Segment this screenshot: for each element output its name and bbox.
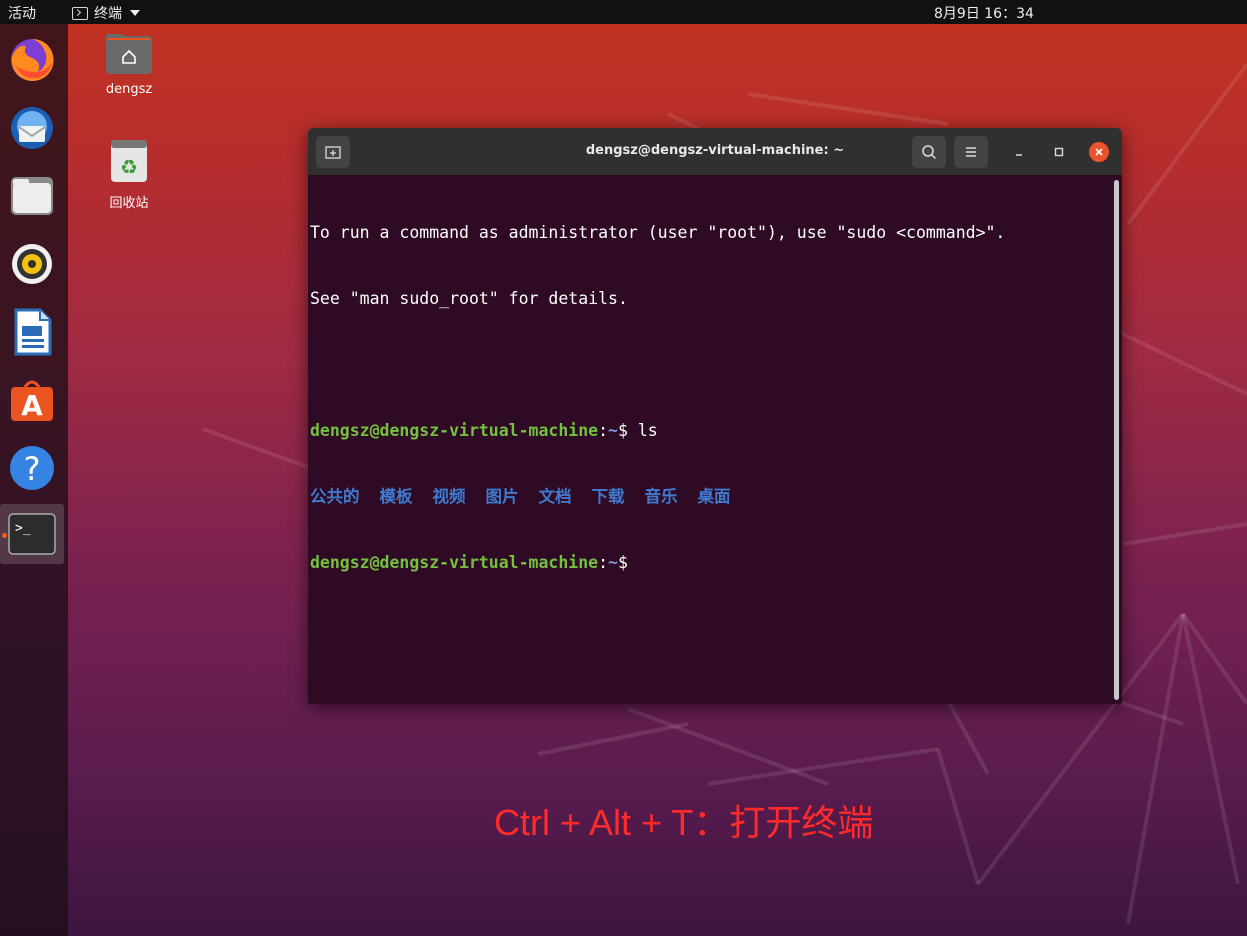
- dock-item-thunderbird[interactable]: [0, 98, 64, 158]
- trash-icon: ♻: [89, 138, 169, 188]
- prompt-line: dengsz@dengsz-virtual-machine:~$ ls: [310, 420, 1110, 442]
- prompt-dollar: $: [617, 553, 638, 572]
- app-menu[interactable]: 终端: [72, 3, 140, 23]
- terminal-window[interactable]: dengsz@dengsz-virtual-machine: ~ To run …: [308, 128, 1122, 704]
- app-menu-label: 终端: [94, 6, 122, 22]
- prompt-dollar: $: [617, 421, 638, 440]
- title-bar[interactable]: dengsz@dengsz-virtual-machine: ~: [308, 128, 1122, 175]
- home-folder-label: dengsz: [105, 82, 153, 97]
- svg-text:A: A: [21, 389, 43, 422]
- maximize-icon: [1054, 147, 1064, 157]
- software-icon: A: [11, 380, 53, 422]
- desktop-trash[interactable]: ♻ 回收站: [89, 138, 169, 211]
- prompt-line: dengsz@dengsz-virtual-machine:~$: [310, 552, 1110, 574]
- output-line: See "man sudo_root" for details.: [310, 289, 628, 308]
- trash-label: 回收站: [109, 196, 149, 211]
- chevron-down-icon: [130, 10, 140, 16]
- prompt-user: dengsz@dengsz-virtual-machine: [310, 553, 599, 572]
- dir-entry: 音乐: [644, 487, 678, 506]
- activities-button[interactable]: 活动: [8, 3, 36, 23]
- shortcut-caption: Ctrl + Alt + T：打开终端: [494, 802, 874, 843]
- firefox-icon: [11, 38, 54, 81]
- maximize-button[interactable]: [1049, 142, 1069, 162]
- search-icon: [922, 145, 937, 160]
- minimize-button[interactable]: [1009, 142, 1029, 162]
- command-text: ls: [637, 421, 658, 440]
- close-button[interactable]: [1089, 142, 1109, 162]
- desktop-home-folder[interactable]: dengsz: [89, 34, 169, 97]
- thunderbird-icon: [11, 107, 53, 149]
- dir-entry: 模板: [379, 487, 413, 506]
- running-indicator: [2, 533, 7, 538]
- dock-item-terminal[interactable]: >_: [0, 504, 64, 564]
- prompt-separator: :: [598, 553, 609, 572]
- terminal-icon: [72, 6, 88, 20]
- dock-item-files[interactable]: [0, 166, 64, 226]
- ls-output: 公共的 模板 视频 图片 文档 下载 音乐 桌面: [310, 486, 1110, 508]
- svg-text:?: ?: [24, 450, 41, 488]
- dir-entry: 下载: [591, 487, 625, 506]
- prompt-path: ~: [608, 553, 618, 572]
- help-icon: ?: [10, 446, 54, 490]
- prompt-separator: :: [598, 421, 609, 440]
- svg-text:>_: >_: [15, 521, 31, 536]
- dock-item-firefox[interactable]: [0, 30, 64, 90]
- top-bar: 活动 终端 8月9日 16：34: [0, 0, 1247, 24]
- dock-item-rhythmbox[interactable]: [0, 234, 64, 294]
- dock-item-software[interactable]: A: [0, 370, 64, 430]
- dir-entry: 文档: [538, 487, 572, 506]
- dir-entry: 公共的: [310, 487, 360, 506]
- close-icon: [1095, 148, 1103, 156]
- home-folder-icon: [89, 34, 169, 78]
- hamburger-icon: [966, 147, 976, 157]
- dir-entry: 视频: [432, 487, 466, 506]
- dock-item-help[interactable]: ?: [0, 438, 64, 498]
- clock[interactable]: 8月9日 16：34: [934, 3, 1034, 23]
- prompt-path: ~: [608, 421, 618, 440]
- output-line: To run a command as administrator (user …: [310, 223, 1006, 242]
- window-title: dengsz@dengsz-virtual-machine: ~: [585, 143, 845, 158]
- files-icon: [11, 177, 53, 215]
- writer-icon: [14, 308, 52, 356]
- terminal-output[interactable]: To run a command as administrator (user …: [310, 178, 1110, 698]
- minimize-icon: [1016, 154, 1022, 156]
- dock: A ? >_: [0, 24, 68, 936]
- terminal-icon: >_: [8, 513, 56, 555]
- search-button[interactable]: [912, 136, 946, 168]
- dir-entry: 图片: [485, 487, 519, 506]
- svg-text:♻: ♻: [120, 155, 138, 179]
- dock-item-writer[interactable]: [0, 302, 64, 362]
- scrollbar[interactable]: [1114, 180, 1119, 700]
- menu-button[interactable]: [954, 136, 988, 168]
- rhythmbox-icon: [12, 244, 52, 284]
- dir-entry: 桌面: [697, 487, 731, 506]
- prompt-user: dengsz@dengsz-virtual-machine: [310, 421, 599, 440]
